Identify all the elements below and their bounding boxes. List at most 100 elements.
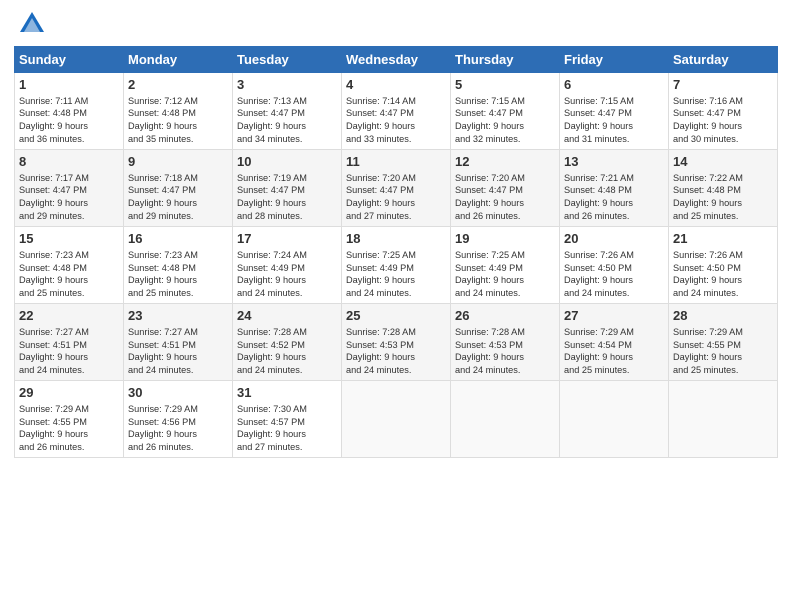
day-info: Sunrise: 7:28 AMSunset: 4:52 PMDaylight:…	[237, 326, 337, 378]
column-header-saturday: Saturday	[669, 47, 778, 73]
day-info: Sunrise: 7:29 AMSunset: 4:55 PMDaylight:…	[19, 403, 119, 455]
calendar-cell: 15Sunrise: 7:23 AMSunset: 4:48 PMDayligh…	[15, 227, 124, 304]
column-header-wednesday: Wednesday	[342, 47, 451, 73]
column-header-sunday: Sunday	[15, 47, 124, 73]
calendar-cell: 19Sunrise: 7:25 AMSunset: 4:49 PMDayligh…	[451, 227, 560, 304]
day-number: 26	[455, 307, 555, 325]
calendar-cell: 22Sunrise: 7:27 AMSunset: 4:51 PMDayligh…	[15, 304, 124, 381]
column-header-thursday: Thursday	[451, 47, 560, 73]
calendar-row-2: 8Sunrise: 7:17 AMSunset: 4:47 PMDaylight…	[15, 150, 778, 227]
calendar-row-4: 22Sunrise: 7:27 AMSunset: 4:51 PMDayligh…	[15, 304, 778, 381]
day-number: 5	[455, 76, 555, 94]
day-number: 27	[564, 307, 664, 325]
day-number: 22	[19, 307, 119, 325]
calendar-cell: 18Sunrise: 7:25 AMSunset: 4:49 PMDayligh…	[342, 227, 451, 304]
day-number: 3	[237, 76, 337, 94]
calendar-row-5: 29Sunrise: 7:29 AMSunset: 4:55 PMDayligh…	[15, 381, 778, 458]
calendar-cell: 29Sunrise: 7:29 AMSunset: 4:55 PMDayligh…	[15, 381, 124, 458]
calendar-cell	[451, 381, 560, 458]
day-info: Sunrise: 7:13 AMSunset: 4:47 PMDaylight:…	[237, 95, 337, 147]
calendar-cell	[560, 381, 669, 458]
day-info: Sunrise: 7:20 AMSunset: 4:47 PMDaylight:…	[455, 172, 555, 224]
column-header-monday: Monday	[124, 47, 233, 73]
day-number: 1	[19, 76, 119, 94]
calendar-cell: 13Sunrise: 7:21 AMSunset: 4:48 PMDayligh…	[560, 150, 669, 227]
day-number: 9	[128, 153, 228, 171]
day-info: Sunrise: 7:11 AMSunset: 4:48 PMDaylight:…	[19, 95, 119, 147]
day-info: Sunrise: 7:28 AMSunset: 4:53 PMDaylight:…	[346, 326, 446, 378]
day-info: Sunrise: 7:25 AMSunset: 4:49 PMDaylight:…	[455, 249, 555, 301]
calendar-cell: 1Sunrise: 7:11 AMSunset: 4:48 PMDaylight…	[15, 73, 124, 150]
day-number: 24	[237, 307, 337, 325]
calendar-cell: 6Sunrise: 7:15 AMSunset: 4:47 PMDaylight…	[560, 73, 669, 150]
day-number: 29	[19, 384, 119, 402]
day-info: Sunrise: 7:20 AMSunset: 4:47 PMDaylight:…	[346, 172, 446, 224]
day-number: 14	[673, 153, 773, 171]
calendar-cell: 16Sunrise: 7:23 AMSunset: 4:48 PMDayligh…	[124, 227, 233, 304]
day-number: 21	[673, 230, 773, 248]
calendar-cell: 20Sunrise: 7:26 AMSunset: 4:50 PMDayligh…	[560, 227, 669, 304]
day-number: 4	[346, 76, 446, 94]
day-number: 11	[346, 153, 446, 171]
day-number: 18	[346, 230, 446, 248]
day-info: Sunrise: 7:14 AMSunset: 4:47 PMDaylight:…	[346, 95, 446, 147]
day-info: Sunrise: 7:29 AMSunset: 4:55 PMDaylight:…	[673, 326, 773, 378]
day-number: 31	[237, 384, 337, 402]
day-number: 16	[128, 230, 228, 248]
calendar-cell: 17Sunrise: 7:24 AMSunset: 4:49 PMDayligh…	[233, 227, 342, 304]
day-number: 8	[19, 153, 119, 171]
day-info: Sunrise: 7:19 AMSunset: 4:47 PMDaylight:…	[237, 172, 337, 224]
calendar-cell: 4Sunrise: 7:14 AMSunset: 4:47 PMDaylight…	[342, 73, 451, 150]
day-number: 25	[346, 307, 446, 325]
day-info: Sunrise: 7:27 AMSunset: 4:51 PMDaylight:…	[19, 326, 119, 378]
day-info: Sunrise: 7:15 AMSunset: 4:47 PMDaylight:…	[455, 95, 555, 147]
day-info: Sunrise: 7:29 AMSunset: 4:54 PMDaylight:…	[564, 326, 664, 378]
day-number: 13	[564, 153, 664, 171]
calendar-cell	[342, 381, 451, 458]
calendar-cell: 10Sunrise: 7:19 AMSunset: 4:47 PMDayligh…	[233, 150, 342, 227]
day-number: 19	[455, 230, 555, 248]
calendar-cell: 7Sunrise: 7:16 AMSunset: 4:47 PMDaylight…	[669, 73, 778, 150]
day-info: Sunrise: 7:22 AMSunset: 4:48 PMDaylight:…	[673, 172, 773, 224]
calendar-cell: 9Sunrise: 7:18 AMSunset: 4:47 PMDaylight…	[124, 150, 233, 227]
day-info: Sunrise: 7:21 AMSunset: 4:48 PMDaylight:…	[564, 172, 664, 224]
calendar-cell: 30Sunrise: 7:29 AMSunset: 4:56 PMDayligh…	[124, 381, 233, 458]
calendar-cell: 11Sunrise: 7:20 AMSunset: 4:47 PMDayligh…	[342, 150, 451, 227]
day-number: 2	[128, 76, 228, 94]
day-number: 7	[673, 76, 773, 94]
day-info: Sunrise: 7:12 AMSunset: 4:48 PMDaylight:…	[128, 95, 228, 147]
calendar-cell: 26Sunrise: 7:28 AMSunset: 4:53 PMDayligh…	[451, 304, 560, 381]
day-info: Sunrise: 7:17 AMSunset: 4:47 PMDaylight:…	[19, 172, 119, 224]
calendar-cell: 28Sunrise: 7:29 AMSunset: 4:55 PMDayligh…	[669, 304, 778, 381]
day-info: Sunrise: 7:30 AMSunset: 4:57 PMDaylight:…	[237, 403, 337, 455]
calendar-cell: 5Sunrise: 7:15 AMSunset: 4:47 PMDaylight…	[451, 73, 560, 150]
calendar-row-3: 15Sunrise: 7:23 AMSunset: 4:48 PMDayligh…	[15, 227, 778, 304]
day-info: Sunrise: 7:26 AMSunset: 4:50 PMDaylight:…	[673, 249, 773, 301]
calendar-cell: 21Sunrise: 7:26 AMSunset: 4:50 PMDayligh…	[669, 227, 778, 304]
day-number: 12	[455, 153, 555, 171]
calendar-cell: 24Sunrise: 7:28 AMSunset: 4:52 PMDayligh…	[233, 304, 342, 381]
logo-icon	[18, 10, 46, 38]
day-number: 17	[237, 230, 337, 248]
calendar-cell: 8Sunrise: 7:17 AMSunset: 4:47 PMDaylight…	[15, 150, 124, 227]
day-number: 23	[128, 307, 228, 325]
calendar-cell: 3Sunrise: 7:13 AMSunset: 4:47 PMDaylight…	[233, 73, 342, 150]
day-info: Sunrise: 7:15 AMSunset: 4:47 PMDaylight:…	[564, 95, 664, 147]
day-info: Sunrise: 7:18 AMSunset: 4:47 PMDaylight:…	[128, 172, 228, 224]
calendar-cell: 12Sunrise: 7:20 AMSunset: 4:47 PMDayligh…	[451, 150, 560, 227]
calendar-cell: 14Sunrise: 7:22 AMSunset: 4:48 PMDayligh…	[669, 150, 778, 227]
day-number: 30	[128, 384, 228, 402]
day-number: 10	[237, 153, 337, 171]
day-number: 20	[564, 230, 664, 248]
day-info: Sunrise: 7:28 AMSunset: 4:53 PMDaylight:…	[455, 326, 555, 378]
calendar-cell: 2Sunrise: 7:12 AMSunset: 4:48 PMDaylight…	[124, 73, 233, 150]
day-number: 6	[564, 76, 664, 94]
calendar-cell: 31Sunrise: 7:30 AMSunset: 4:57 PMDayligh…	[233, 381, 342, 458]
day-number: 28	[673, 307, 773, 325]
page-header	[14, 10, 778, 38]
day-info: Sunrise: 7:23 AMSunset: 4:48 PMDaylight:…	[128, 249, 228, 301]
calendar-cell: 27Sunrise: 7:29 AMSunset: 4:54 PMDayligh…	[560, 304, 669, 381]
calendar-cell: 25Sunrise: 7:28 AMSunset: 4:53 PMDayligh…	[342, 304, 451, 381]
day-info: Sunrise: 7:26 AMSunset: 4:50 PMDaylight:…	[564, 249, 664, 301]
page-container: SundayMondayTuesdayWednesdayThursdayFrid…	[0, 0, 792, 466]
